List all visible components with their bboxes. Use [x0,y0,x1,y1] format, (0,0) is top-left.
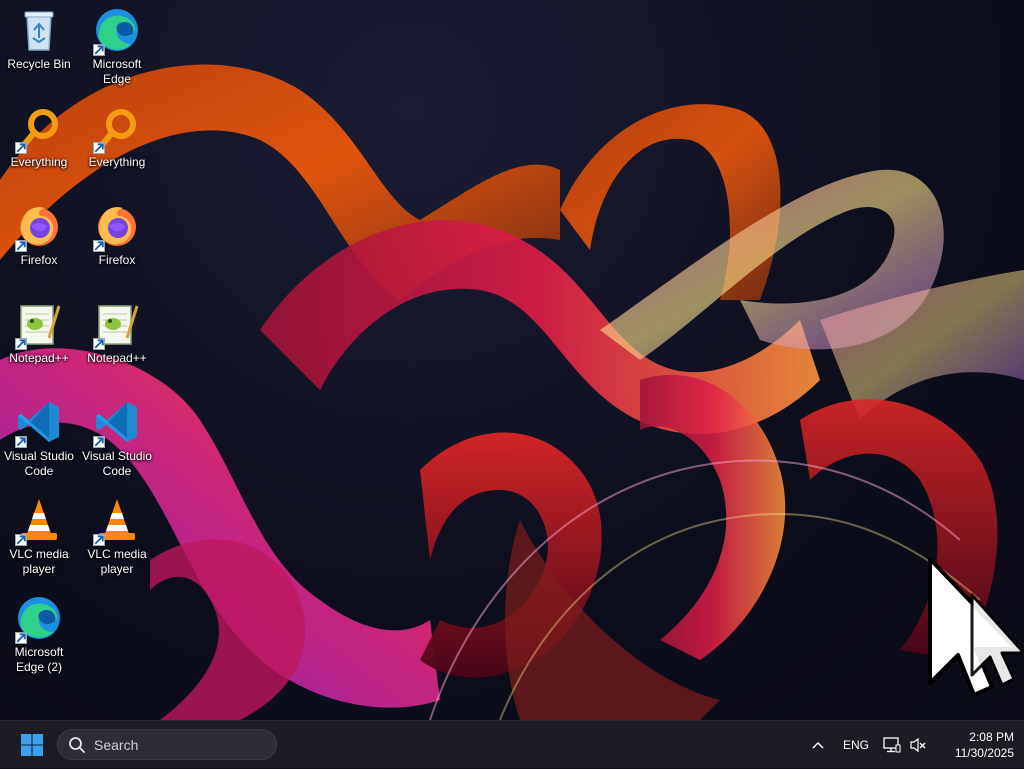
search-placeholder: Search [94,736,139,753]
desktop-icon-everything[interactable]: Everything [1,100,77,192]
desktop-icon-label: Microsoft Edge [92,57,142,86]
desktop-icon-label: Microsoft Edge (2) [14,645,64,674]
shortcut-arrow-icon [93,534,105,546]
language-label: ENG [842,738,869,752]
desktop-icon-label: Visual Studio Code [82,449,152,478]
clock-time: 2:08 PM [969,730,1014,744]
firefox-icon [15,202,63,252]
shortcut-arrow-icon [93,436,105,448]
shortcut-arrow-icon [93,142,105,154]
taskbar-search-box[interactable]: Search [57,729,277,760]
desktop-icon-label: Firefox [20,253,58,267]
desktop-icon-vscode[interactable]: Visual Studio Code [79,394,155,486]
taskbar: Search ENG 2:08 PM 11/30/2025 [0,720,1024,768]
shortcut-arrow-icon [93,240,105,252]
desktop-icon-notepadpp[interactable]: Notepad++ [79,296,155,388]
clock-date: 11/30/2025 [954,746,1014,760]
desktop-icon-everything[interactable]: Everything [79,100,155,192]
shortcut-arrow-icon [15,632,27,644]
volume-button[interactable] [906,721,930,769]
chevron-up-icon [812,741,824,749]
desktop-icon-recycle-bin[interactable]: Recycle Bin [1,2,77,94]
volume-muted-icon [910,737,926,753]
edge-icon [93,6,141,56]
desktop-icon-notepadpp[interactable]: Notepad++ [1,296,77,388]
search-icon [69,736,85,753]
windows-start-icon [21,734,43,756]
mouse-pointer-icon [928,557,1024,697]
desktop-icon-firefox[interactable]: Firefox [79,198,155,290]
recycle-bin-icon [15,6,63,54]
show-hidden-icons-button[interactable] [806,721,830,769]
desktop-icon-label: VLC media player [9,547,69,576]
desktop-icon-microsoft-edge[interactable]: Microsoft Edge [79,2,155,94]
shortcut-arrow-icon [15,338,27,350]
network-status-button[interactable] [880,721,904,769]
desktop-icon-firefox[interactable]: Firefox [1,198,77,290]
clock-button[interactable]: 2:08 PM 11/30/2025 [934,721,1014,769]
start-button[interactable] [14,730,50,760]
shortcut-arrow-icon [15,240,27,252]
desktop-icon-label: Recycle Bin [7,57,71,71]
shortcut-arrow-icon [93,44,105,56]
shortcut-arrow-icon [15,142,27,154]
vscode-icon [93,398,141,448]
desktop-icon-vscode[interactable]: Visual Studio Code [1,394,77,486]
desktop-icon-vlc[interactable]: VLC media player [79,492,155,584]
notepadpp-icon [93,300,141,350]
vscode-icon [15,398,63,448]
desktop-icon-label: Notepad++ [9,351,69,365]
desktop-icon-label: Everything [88,155,146,169]
network-icon [883,737,901,753]
desktop-icon-label: Notepad++ [87,351,147,365]
input-language-indicator[interactable]: ENG [838,721,874,769]
everything-icon [15,104,63,154]
shortcut-arrow-icon [15,436,27,448]
everything-icon [93,104,141,154]
edge-icon [15,594,63,644]
desktop-icon-microsoft-edge-2[interactable]: Microsoft Edge (2) [1,590,77,682]
desktop-icon-label: Visual Studio Code [4,449,74,478]
desktop-icon-label: VLC media player [87,547,147,576]
firefox-icon [93,202,141,252]
desktop-icon-vlc[interactable]: VLC media player [1,492,77,584]
desktop-icon-label: Everything [10,155,68,169]
vlc-icon [93,496,141,546]
desktop-icon-label: Firefox [98,253,136,267]
vlc-icon [15,496,63,546]
notepadpp-icon [15,300,63,350]
shortcut-arrow-icon [93,338,105,350]
shortcut-arrow-icon [15,534,27,546]
